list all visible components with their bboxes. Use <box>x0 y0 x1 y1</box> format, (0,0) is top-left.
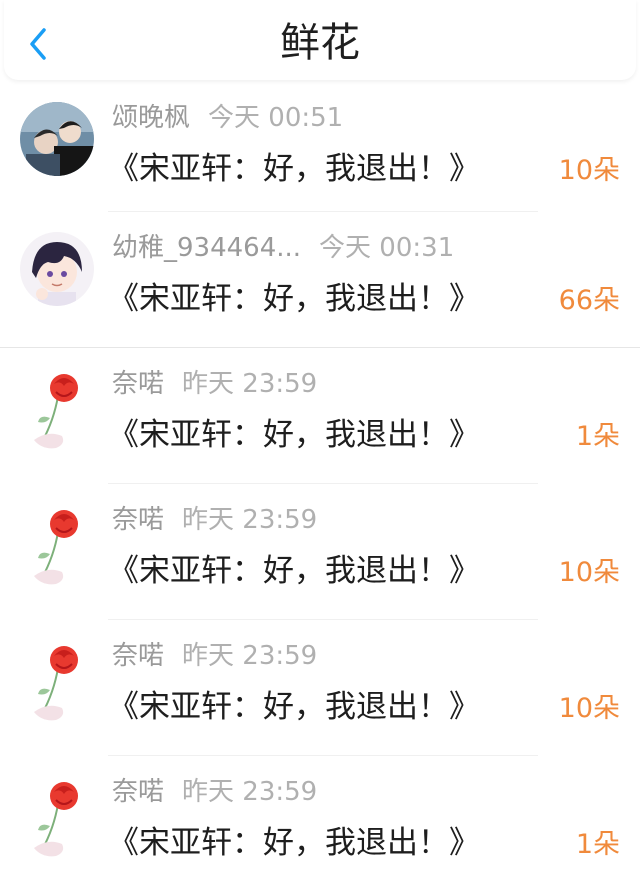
timestamp: 昨天 23:59 <box>182 369 318 399</box>
sender-name[interactable]: 奈喏 <box>112 777 164 807</box>
user-avatar[interactable] <box>20 232 94 306</box>
sender-name[interactable]: 奈喏 <box>112 369 164 399</box>
list-item[interactable]: 奈喏 昨天 23:59 《宋亚轩：好，我退出！》 10朵 <box>0 620 640 756</box>
user-avatar[interactable] <box>28 506 92 590</box>
user-avatar[interactable] <box>20 102 94 176</box>
flower-count: 10朵 <box>558 155 620 186</box>
timestamp: 昨天 23:59 <box>182 641 318 671</box>
flower-count: 10朵 <box>558 693 620 724</box>
flower-count: 66朵 <box>558 285 620 316</box>
rose-icon <box>34 374 78 449</box>
flower-count: 1朵 <box>575 421 620 452</box>
anime-avatar-icon <box>20 232 94 306</box>
top-bar: 鲜花 <box>4 0 636 80</box>
flower-list: 颂晚枫 今天 00:51 《宋亚轩：好，我退出！》 10朵 幼稚_934464..… <box>0 82 640 884</box>
timestamp: 昨天 23:59 <box>182 777 318 807</box>
rose-icon <box>34 782 78 857</box>
photo-avatar-icon <box>20 102 94 176</box>
item-meta: 颂晚枫 今天 00:51 <box>112 100 343 136</box>
list-item[interactable]: 奈喏 昨天 23:59 《宋亚轩：好，我退出！》 1朵 <box>0 756 640 884</box>
work-title[interactable]: 《宋亚轩：好，我退出！》 <box>108 148 480 190</box>
list-item[interactable]: 奈喏 昨天 23:59 《宋亚轩：好，我退出！》 1朵 <box>0 348 640 484</box>
sender-name[interactable]: 颂晚枫 <box>112 103 190 133</box>
item-meta: 幼稚_934464... 今天 00:31 <box>112 230 454 266</box>
item-meta: 奈喏 昨天 23:59 <box>112 502 317 538</box>
user-avatar[interactable] <box>28 370 92 454</box>
item-meta: 奈喏 昨天 23:59 <box>112 774 317 810</box>
work-title[interactable]: 《宋亚轩：好，我退出！》 <box>108 278 480 320</box>
timestamp: 今天 00:51 <box>208 103 344 133</box>
rose-icon <box>34 510 78 585</box>
item-meta: 奈喏 昨天 23:59 <box>112 638 317 674</box>
sender-name[interactable]: 奈喏 <box>112 641 164 671</box>
work-title[interactable]: 《宋亚轩：好，我退出！》 <box>108 414 480 456</box>
flower-count: 10朵 <box>558 557 620 588</box>
work-title[interactable]: 《宋亚轩：好，我退出！》 <box>108 550 480 592</box>
timestamp: 今天 00:31 <box>319 233 455 263</box>
list-item[interactable]: 颂晚枫 今天 00:51 《宋亚轩：好，我退出！》 10朵 <box>0 82 640 212</box>
user-avatar[interactable] <box>28 778 92 862</box>
user-avatar[interactable] <box>28 642 92 726</box>
sender-name[interactable]: 奈喏 <box>112 505 164 535</box>
list-item[interactable]: 奈喏 昨天 23:59 《宋亚轩：好，我退出！》 10朵 <box>0 484 640 620</box>
flower-count: 1朵 <box>575 829 620 860</box>
work-title[interactable]: 《宋亚轩：好，我退出！》 <box>108 686 480 728</box>
item-meta: 奈喏 昨天 23:59 <box>112 366 317 402</box>
page-title: 鲜花 <box>280 20 360 66</box>
list-item[interactable]: 幼稚_934464... 今天 00:31 《宋亚轩：好，我退出！》 66朵 <box>0 212 640 348</box>
sender-name[interactable]: 幼稚_934464... <box>112 233 301 263</box>
rose-icon <box>34 646 78 721</box>
work-title[interactable]: 《宋亚轩：好，我退出！》 <box>108 822 480 864</box>
timestamp: 昨天 23:59 <box>182 505 318 535</box>
